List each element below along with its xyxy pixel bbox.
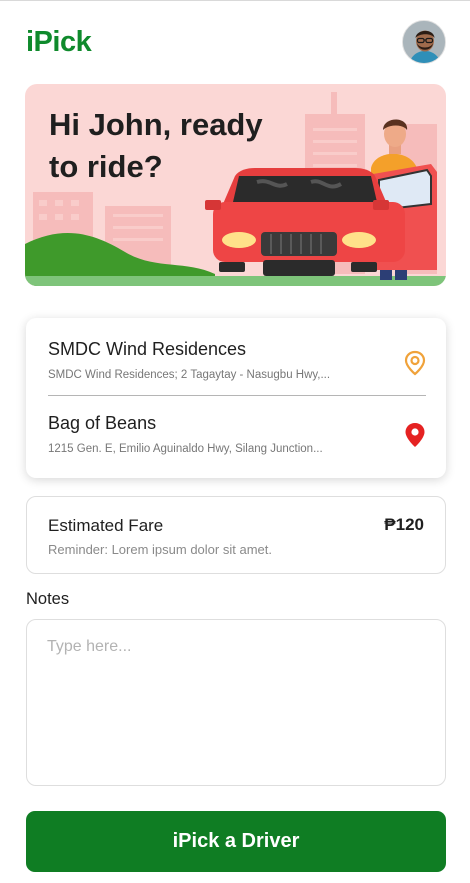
ipick-driver-button[interactable]: iPick a Driver (26, 811, 446, 872)
top-border (0, 0, 470, 1)
welcome-banner: Hi John, ready to ride? (25, 84, 446, 286)
greeting-title: Hi John, ready to ride? (49, 107, 263, 184)
pickup-pin-icon (404, 350, 426, 376)
app-header: iPick (26, 18, 446, 66)
pickup-name: SMDC Wind Residences (48, 339, 247, 359)
fare-label: Estimated Fare (48, 516, 164, 535)
app-logo: iPick (26, 25, 92, 58)
notes-label: Notes (26, 590, 70, 608)
dropoff-pin-icon (405, 423, 425, 447)
dropoff-address: 1215 Gen. E, Emilio Aguinaldo Hwy, Silan… (48, 443, 323, 455)
user-avatar[interactable] (402, 20, 446, 64)
fare-card: Estimated Fare ₱120 Reminder: Lorem ipsu… (26, 496, 446, 574)
pickup-address: SMDC Wind Residences; 2 Tagaytay - Nasug… (48, 369, 331, 381)
notes-input[interactable] (26, 619, 446, 786)
route-card: SMDC Wind Residences SMDC Wind Residence… (26, 318, 446, 478)
avatar-icon (403, 21, 445, 63)
fare-amount: ₱120 (384, 515, 424, 534)
pickup-location[interactable]: SMDC Wind Residences SMDC Wind Residence… (48, 339, 378, 381)
route-divider (48, 395, 426, 396)
dropoff-location[interactable]: Bag of Beans 1215 Gen. E, Emilio Aguinal… (48, 413, 378, 455)
dropoff-name: Bag of Beans (48, 413, 157, 433)
fare-reminder: Reminder: Lorem ipsum dolor sit amet. (48, 542, 272, 557)
